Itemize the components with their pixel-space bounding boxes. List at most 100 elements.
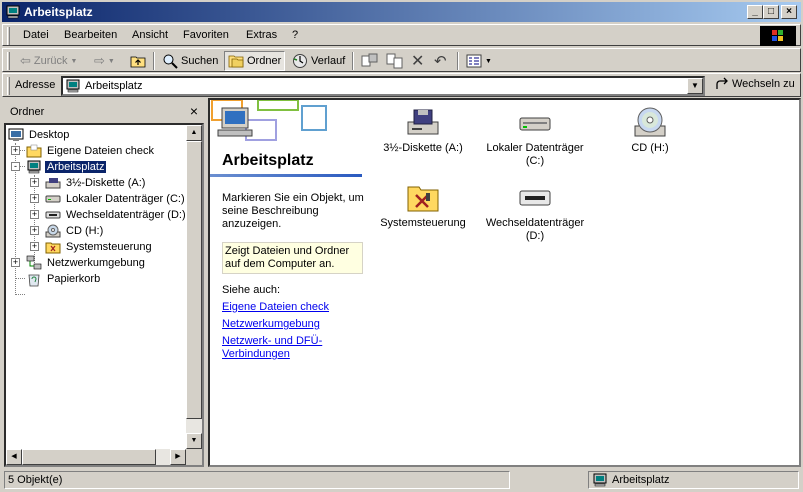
back-arrow-icon: ⇦ <box>20 53 31 68</box>
tree-item-recycle-bin[interactable]: Papierkorb <box>26 271 102 287</box>
address-input[interactable]: Arbeitsplatz ▼ <box>61 76 705 96</box>
tree-expander[interactable]: + <box>30 242 39 251</box>
maximize-button[interactable]: □ <box>763 5 779 19</box>
item-removable-disk[interactable]: Wechseldatenträger (D:) <box>480 181 590 243</box>
scroll-left-button[interactable]: ◀ <box>6 449 22 465</box>
tree-item-network[interactable]: Netzwerkumgebung <box>26 255 147 271</box>
tree-expander[interactable]: + <box>11 258 20 267</box>
close-button[interactable]: × <box>781 5 797 19</box>
computer-icon <box>27 160 41 174</box>
item-label: Wechseldatenträger (D:) <box>485 217 585 242</box>
menu-grip[interactable] <box>7 27 10 45</box>
tree-item-floppy[interactable]: 3½-Diskette (A:) <box>45 175 147 191</box>
folder-pane: Ordner × Desktop + Eigene Dateien check <box>4 101 204 467</box>
scroll-right-button[interactable]: ▶ <box>170 449 186 465</box>
tree-item-label: Lokaler Datenträger (C:) <box>66 193 185 205</box>
tree-item-label: CD (H:) <box>66 225 104 237</box>
folders-button[interactable]: Ordner <box>224 51 286 71</box>
folders-label: Ordner <box>247 55 282 67</box>
cd-drive-icon <box>634 107 666 137</box>
item-local-disk[interactable]: Lokaler Datenträger (C:) <box>480 106 590 168</box>
menu-ansicht[interactable]: Ansicht <box>132 29 168 41</box>
status-location: Arbeitsplatz <box>588 471 799 489</box>
move-to-button[interactable] <box>358 51 382 71</box>
link-network-connections[interactable]: Netzwerk- und DFÜ-Verbindungen <box>222 335 352 361</box>
title-bar[interactable]: Arbeitsplatz _ □ × <box>2 2 801 22</box>
web-view-divider <box>210 174 362 177</box>
control-panel-icon <box>407 186 439 212</box>
tree-horizontal-scrollbar[interactable]: ◀ ▶ <box>6 449 186 465</box>
forward-button[interactable]: ⇨ ▼ <box>91 51 118 71</box>
copy-to-icon <box>386 53 403 69</box>
tree-item-removable-disk[interactable]: Wechseldatenträger (D:) <box>45 207 188 223</box>
forward-arrow-icon: ⇨ <box>94 53 105 68</box>
tree-item-cd[interactable]: CD (H:) <box>45 223 105 239</box>
address-value: Arbeitsplatz <box>85 80 143 92</box>
web-view-description: Markieren Sie ein Objekt, um seine Besch… <box>222 192 364 230</box>
go-button[interactable]: Wechseln zu <box>715 77 795 91</box>
item-label: CD (H:) <box>631 142 669 154</box>
tree-expander[interactable]: + <box>11 146 20 155</box>
link-network[interactable]: Netzwerkumgebung <box>222 318 352 331</box>
item-control-panel[interactable]: Systemsteuerung <box>368 181 478 230</box>
menu-favoriten[interactable]: Favoriten <box>183 29 229 41</box>
toolbar-grip[interactable] <box>7 52 10 70</box>
scroll-down-button[interactable]: ▼ <box>186 433 202 449</box>
network-icon <box>26 255 42 270</box>
delete-button[interactable]: ✕ <box>408 51 427 71</box>
status-count-text: 5 Objekt(e) <box>8 474 63 486</box>
go-label: Wechseln zu <box>732 78 795 90</box>
computer-icon <box>6 5 20 19</box>
removable-drive-icon <box>45 211 61 219</box>
see-also-label: Siehe auch: <box>222 284 281 296</box>
history-button[interactable]: Verlauf <box>289 51 348 71</box>
folder-tree[interactable]: Desktop + Eigene Dateien check - Arbeits… <box>4 123 204 467</box>
back-button[interactable]: ⇦ Zurück ▼ <box>17 51 80 71</box>
tree-vertical-scrollbar[interactable]: ▲ ▼ <box>186 125 202 449</box>
tree-expander[interactable]: + <box>30 194 39 203</box>
tree-item-control-panel[interactable]: Systemsteuerung <box>45 239 154 255</box>
floppy-drive-icon <box>407 109 439 135</box>
undo-icon: ↶ <box>434 53 447 70</box>
tree-expander[interactable]: + <box>30 226 39 235</box>
minimize-button[interactable]: _ <box>747 5 763 19</box>
tree-item-label: Eigene Dateien check <box>47 145 155 157</box>
item-label: 3½-Diskette (A:) <box>383 142 463 154</box>
views-button[interactable]: ▼ <box>463 51 495 71</box>
scroll-up-button[interactable]: ▲ <box>186 125 202 141</box>
tree-item-my-documents[interactable]: Eigene Dateien check <box>26 143 156 159</box>
address-grip[interactable] <box>7 77 10 95</box>
tree-item-desktop[interactable]: Desktop <box>8 127 71 143</box>
tree-expander[interactable]: - <box>11 162 20 171</box>
tree-item-label: Wechseldatenträger (D:) <box>66 209 186 221</box>
search-button[interactable]: Suchen <box>159 51 221 71</box>
chevron-down-icon: ▼ <box>70 57 78 65</box>
search-icon <box>163 54 178 69</box>
tree-item-local-disk[interactable]: Lokaler Datenträger (C:) <box>45 191 187 207</box>
up-folder-button[interactable] <box>127 51 149 71</box>
my-computer-banner-icon <box>211 100 327 141</box>
menu-bearbeiten[interactable]: Bearbeiten <box>64 29 117 41</box>
status-location-text: Arbeitsplatz <box>612 474 670 486</box>
scroll-thumb[interactable] <box>186 141 202 419</box>
menu-datei[interactable]: Datei <box>23 29 49 41</box>
menu-help[interactable]: ? <box>292 29 298 41</box>
address-dropdown-button[interactable]: ▼ <box>687 78 703 94</box>
folder-pane-close-button[interactable]: × <box>190 103 198 119</box>
tree-item-my-computer[interactable]: Arbeitsplatz <box>26 159 107 175</box>
folders-icon <box>228 55 244 68</box>
scroll-thumb[interactable] <box>22 449 156 465</box>
delete-icon: ✕ <box>411 53 425 70</box>
copy-to-button[interactable] <box>383 51 407 71</box>
folder-pane-header: Ordner × <box>4 101 204 123</box>
item-floppy-drive[interactable]: 3½-Diskette (A:) <box>368 106 478 155</box>
content-pane: Arbeitsplatz Markieren Sie ein Objekt, u… <box>208 98 801 467</box>
item-cd-drive[interactable]: CD (H:) <box>595 106 705 155</box>
tree-expander[interactable]: + <box>30 178 39 187</box>
undo-button[interactable]: ↶ <box>431 51 450 71</box>
link-my-documents[interactable]: Eigene Dateien check <box>222 301 352 314</box>
tree-expander[interactable]: + <box>30 210 39 219</box>
menu-extras[interactable]: Extras <box>246 29 277 41</box>
item-label: Systemsteuerung <box>380 217 466 229</box>
removable-drive-icon <box>519 190 551 206</box>
